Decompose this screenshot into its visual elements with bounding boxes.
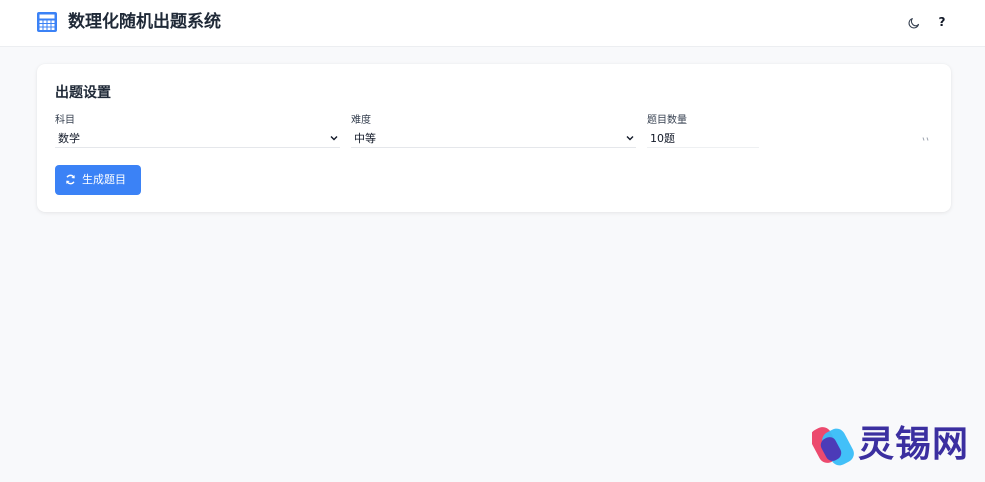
settings-title: 出题设置 <box>55 85 111 101</box>
difficulty-value: 中等 <box>354 132 376 145</box>
app-title: 数理化随机出题系统 <box>68 12 221 32</box>
subject-value: 数学 <box>58 132 80 145</box>
question-count-input[interactable]: 10题 <box>647 130 759 148</box>
calculator-icon <box>37 12 57 32</box>
subject-select[interactable]: 数学 <box>55 130 340 148</box>
generate-questions-button[interactable]: 生成题目 <box>55 165 141 195</box>
settings-card: 出题设置 科目 数学 难度 中等 题目数量 10题 生成题目 <box>37 64 951 212</box>
chevron-down-icon <box>626 136 634 141</box>
spinner-arrows-icon[interactable] <box>922 137 930 141</box>
refresh-icon <box>66 174 75 185</box>
theme-toggle-button[interactable] <box>905 14 923 32</box>
difficulty-select[interactable]: 中等 <box>351 130 636 148</box>
help-button[interactable]: ? <box>933 11 951 33</box>
subject-label: 科目 <box>55 115 75 126</box>
generate-button-label: 生成题目 <box>82 173 126 186</box>
difficulty-label: 难度 <box>351 115 371 126</box>
moon-icon <box>908 18 920 29</box>
count-label: 题目数量 <box>647 115 687 126</box>
chevron-down-icon <box>330 136 338 141</box>
watermark: 灵锡网 <box>812 420 977 472</box>
watermark-text: 灵锡网 <box>858 424 970 465</box>
top-navbar: 数理化随机出题系统 ? <box>0 0 985 47</box>
brand-logo-icon <box>812 427 854 466</box>
question-count-value: 10题 <box>650 132 675 145</box>
